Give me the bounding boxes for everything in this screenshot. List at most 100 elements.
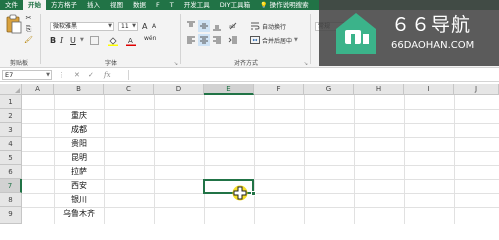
watermark-domain: 66DAOHAN.COM (391, 40, 475, 51)
column-header-e[interactable]: E (204, 84, 254, 95)
orientation-button[interactable]: ab (228, 21, 238, 31)
align-top-icon (187, 21, 195, 27)
font-group-label: 字体 (104, 60, 117, 67)
name-box[interactable]: E7 ▼ (2, 70, 52, 80)
paintbrush-icon: 🖌 (24, 36, 33, 44)
tell-me-label: 操作说明搜索 (269, 1, 309, 9)
row-header-1[interactable]: 1 (0, 95, 22, 109)
cell-b6[interactable]: 拉萨 (54, 165, 104, 179)
column-header-d[interactable]: D (154, 84, 204, 95)
align-right-icon (213, 36, 221, 44)
align-right-button[interactable] (212, 35, 222, 45)
align-middle-button[interactable] (198, 20, 210, 32)
phonetic-button[interactable]: wén (144, 35, 156, 42)
chevron-down-icon: ▼ (80, 37, 84, 43)
cell-b9[interactable]: 乌鲁木齐 (54, 207, 104, 221)
font-color-button[interactable]: A (126, 36, 136, 46)
align-center-icon (200, 36, 208, 44)
ribbon-separator (180, 14, 181, 64)
copy-button[interactable]: ⎘ (24, 25, 33, 34)
merge-cells-icon (250, 36, 260, 44)
cell-b2[interactable]: 重庆 (54, 109, 104, 123)
align-left-button[interactable] (186, 35, 196, 45)
phonetic-icon: wén (144, 35, 157, 42)
column-header-g[interactable]: G (304, 84, 354, 95)
row-header-2[interactable]: 2 (0, 109, 22, 123)
cell-b7[interactable]: 西安 (54, 179, 104, 193)
bold-button[interactable]: B (50, 36, 56, 45)
tab-developer[interactable]: 开发工具 (179, 0, 215, 10)
tab-file[interactable]: 文件 (0, 0, 23, 10)
underline-button[interactable]: U (70, 36, 76, 45)
name-box-value: E7 (5, 71, 14, 79)
tab-insert[interactable]: 插入 (82, 0, 105, 10)
grid-line (304, 95, 305, 224)
column-header-a[interactable]: A (22, 84, 54, 95)
ribbon-separator (40, 14, 41, 64)
text-orientation-icon: ab (229, 22, 237, 30)
column-header-f[interactable]: F (254, 84, 304, 95)
chevron-down-icon: ▼ (132, 23, 136, 29)
align-top-button[interactable] (186, 21, 196, 31)
watermark-title: ６６导航 (391, 14, 472, 36)
grow-font-button[interactable]: A (142, 22, 147, 31)
italic-button[interactable]: I (60, 36, 63, 45)
merge-center-button[interactable]: 合并后居中 ▼ (250, 35, 298, 45)
tab-diy-toolbox[interactable]: DIY工具箱 (215, 0, 255, 10)
cancel-entry-button[interactable]: ✕ (74, 70, 80, 80)
chevron-down-icon: ▼ (294, 37, 298, 43)
scissors-icon: ✂ (25, 14, 32, 22)
column-header-j[interactable]: J (454, 84, 499, 95)
select-all-button[interactable] (0, 84, 22, 95)
column-header-c[interactable]: C (104, 84, 154, 95)
underline-dropdown[interactable]: ▼ (80, 37, 84, 43)
spreadsheet-grid[interactable]: A B C D E F G H I J 1 2 3 4 5 6 7 8 9 重庆… (0, 84, 499, 224)
tab-t[interactable]: T (165, 0, 179, 10)
wrap-text-icon (251, 22, 260, 30)
tab-fangfanggezi[interactable]: 方方格子 (46, 0, 82, 10)
alignment-dialog-launcher-icon[interactable]: ↘ (304, 61, 308, 67)
row-header-7[interactable]: 7 (0, 179, 22, 193)
font-name-dropdown[interactable]: 微软雅黑 ▼ (50, 22, 114, 31)
tab-f[interactable]: F (151, 0, 165, 10)
column-header-b[interactable]: B (54, 84, 104, 95)
tab-view[interactable]: 视图 (105, 0, 128, 10)
grid-line (204, 95, 205, 224)
underline-icon: U (70, 36, 76, 45)
row-header-4[interactable]: 4 (0, 137, 22, 151)
tell-me-search[interactable]: 💡 操作说明搜索 (255, 0, 313, 10)
fill-handle[interactable] (251, 191, 256, 196)
indent-button[interactable] (228, 35, 238, 45)
row-header-9[interactable]: 9 (0, 207, 22, 224)
confirm-entry-button[interactable]: ✓ (88, 70, 94, 80)
format-painter-button[interactable]: 🖌 (24, 36, 33, 45)
row-header-6[interactable]: 6 (0, 165, 22, 179)
insert-function-button[interactable]: fx (104, 70, 111, 80)
bold-icon: B (50, 36, 57, 45)
row-header-3[interactable]: 3 (0, 123, 22, 137)
row-header-5[interactable]: 5 (0, 151, 22, 165)
cell-b8[interactable]: 银川 (54, 193, 104, 207)
align-center-button[interactable] (198, 34, 210, 46)
house-logo-icon (336, 13, 376, 54)
cell-b4[interactable]: 贵阳 (54, 137, 104, 151)
tab-data[interactable]: 数据 (128, 0, 151, 10)
paste-icon (6, 14, 22, 34)
wrap-text-button[interactable]: 自动换行 (250, 21, 286, 31)
cut-button[interactable]: ✂ (24, 14, 33, 23)
column-header-h[interactable]: H (354, 84, 404, 95)
fill-color-button[interactable] (108, 36, 118, 46)
formula-input[interactable] (128, 70, 498, 80)
align-bottom-button[interactable] (212, 21, 222, 31)
paste-button[interactable] (5, 14, 23, 34)
font-size-dropdown[interactable]: 11 ▼ (118, 22, 138, 31)
font-group: 微软雅黑 ▼ 11 ▼ A A B I U ▼ A wén 字体 ↘ (42, 12, 180, 68)
font-dialog-launcher-icon[interactable]: ↘ (174, 61, 178, 67)
cell-b3[interactable]: 成都 (54, 123, 104, 137)
tab-home[interactable]: 开始 (23, 0, 46, 10)
borders-button[interactable] (90, 36, 99, 45)
column-header-i[interactable]: I (404, 84, 454, 95)
shrink-font-button[interactable]: A (152, 23, 156, 30)
row-header-8[interactable]: 8 (0, 193, 22, 207)
cell-b5[interactable]: 昆明 (54, 151, 104, 165)
